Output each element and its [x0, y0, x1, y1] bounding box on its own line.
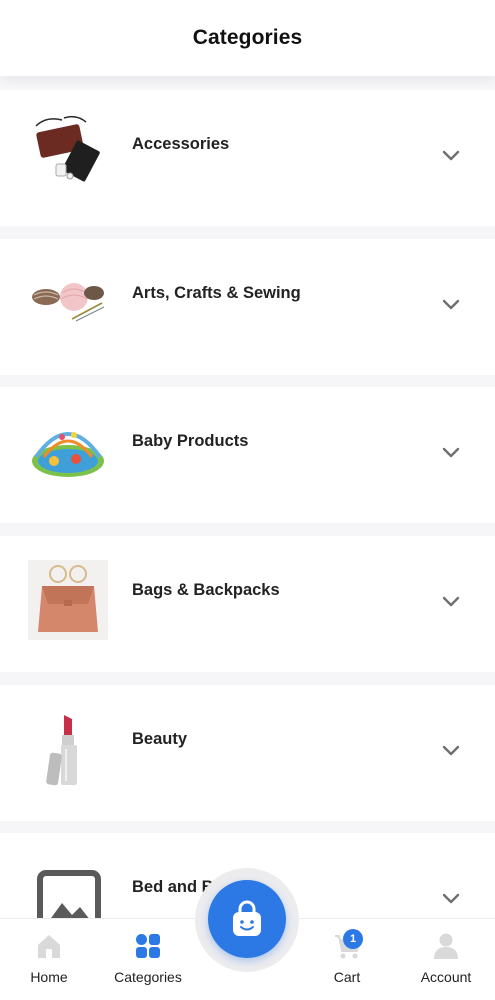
lipstick-thumbnail — [46, 715, 77, 786]
tab-label: Cart — [333, 969, 361, 985]
page-title: Categories — [192, 26, 303, 49]
chevron-down-icon[interactable] — [440, 147, 462, 163]
category-row-accessories[interactable]: Accessories — [0, 90, 495, 226]
tab-label: Categories — [114, 969, 182, 985]
category-row-arts-crafts-sewing[interactable]: Arts, Crafts & Sewing — [0, 239, 495, 375]
category-label: Accessories — [132, 135, 230, 153]
category-list[interactable]: Accessories Arts, Crafts & Sewing Baby P… — [0, 76, 495, 918]
shopping-bag-smile-icon — [233, 900, 261, 936]
home-icon — [38, 935, 60, 958]
shop-button[interactable] — [208, 880, 286, 958]
chevron-down-icon[interactable] — [440, 593, 462, 609]
chevron-down-icon[interactable] — [440, 444, 462, 460]
tab-label: Account — [420, 969, 472, 985]
image-placeholder-icon — [37, 870, 101, 918]
tab-categories[interactable]: Categories — [103, 919, 193, 1000]
chevron-down-icon[interactable] — [440, 742, 462, 758]
cart-count-badge: 1 — [343, 929, 363, 949]
category-label: Beauty — [132, 730, 188, 748]
app-header: Categories — [0, 0, 495, 76]
chevron-down-icon[interactable] — [440, 890, 462, 906]
category-label: Arts, Crafts & Sewing — [132, 284, 301, 302]
chevron-down-icon[interactable] — [440, 296, 462, 312]
accessories-thumbnail — [35, 115, 100, 182]
category-label: Bags & Backpacks — [132, 581, 280, 599]
categories-grid-icon — [136, 934, 160, 958]
tab-account[interactable]: Account — [401, 919, 491, 1000]
category-row-baby-products[interactable]: Baby Products — [0, 387, 495, 523]
baby-playmat-thumbnail — [32, 432, 104, 477]
tab-home[interactable]: Home — [4, 919, 94, 1000]
category-row-bags-backpacks[interactable]: Bags & Backpacks — [0, 536, 495, 672]
yarn-thumbnail — [32, 283, 105, 322]
handbag-thumbnail — [28, 560, 108, 640]
category-label: Baby Products — [132, 432, 249, 450]
category-row-beauty[interactable]: Beauty — [0, 685, 495, 821]
account-icon — [434, 933, 458, 959]
tab-label: Home — [30, 969, 68, 985]
